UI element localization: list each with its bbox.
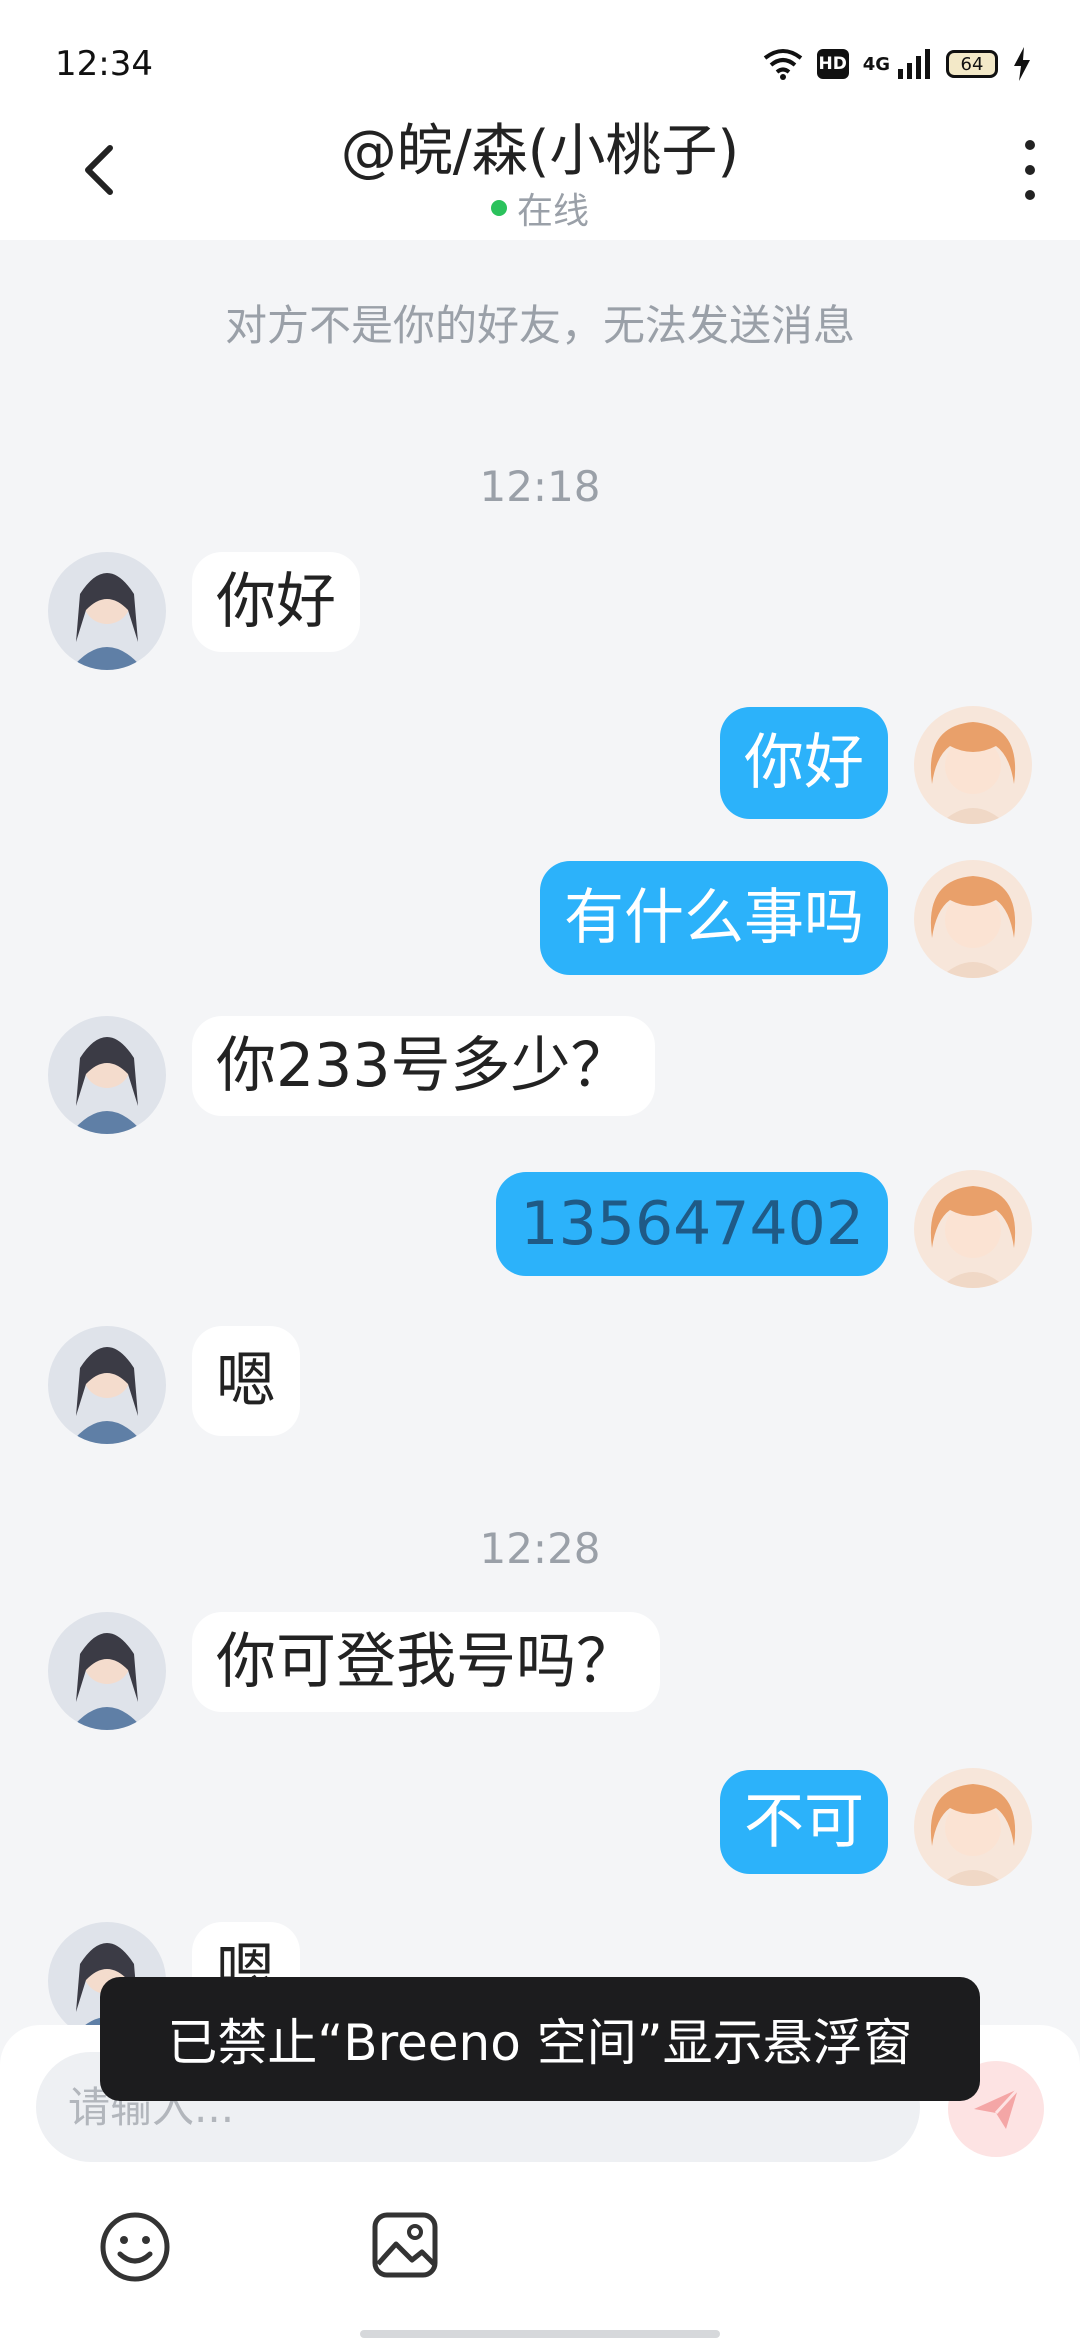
- hd-badge: HD: [816, 49, 849, 79]
- image-icon[interactable]: [370, 2210, 440, 2280]
- home-indicator[interactable]: [360, 2330, 720, 2338]
- signal-icon: [898, 49, 930, 79]
- status-icons: HD 4G 64: [763, 44, 1032, 84]
- network-label: 4G: [862, 53, 890, 75]
- contact-avatar[interactable]: [48, 1612, 166, 1730]
- emoji-icon[interactable]: [98, 2210, 172, 2284]
- user-avatar[interactable]: [914, 706, 1032, 824]
- contact-avatar[interactable]: [48, 1326, 166, 1444]
- contact-avatar[interactable]: [48, 552, 166, 670]
- message-bubble[interactable]: 135647402: [496, 1172, 888, 1276]
- send-icon: [974, 2087, 1020, 2129]
- message-bubble[interactable]: 有什么事吗: [540, 861, 888, 975]
- status-time: 12:34: [55, 44, 153, 84]
- timestamp: 12:18: [479, 462, 601, 511]
- message-bubble[interactable]: 你233号多少？: [192, 1016, 655, 1116]
- online-status-label: 在线: [516, 191, 589, 232]
- user-avatar[interactable]: [914, 1170, 1032, 1288]
- message-bubble[interactable]: 你好: [720, 707, 888, 819]
- user-avatar[interactable]: [914, 860, 1032, 978]
- wifi-icon: [763, 49, 802, 80]
- message-bubble[interactable]: 你可登我号吗？: [192, 1612, 660, 1712]
- user-avatar[interactable]: [914, 1768, 1032, 1886]
- toast-message: 已禁止“Breeno 空间”显示悬浮窗: [100, 1977, 980, 2101]
- message-bubble[interactable]: 不可: [720, 1770, 888, 1874]
- chat-header: @皖/森(小桃子) 在线: [0, 100, 1080, 240]
- online-dot: [490, 200, 507, 216]
- charging-bolt-icon: [1014, 47, 1030, 81]
- battery-indicator: 64: [946, 50, 998, 78]
- system-notice: 对方不是你的好友，无法发送消息: [224, 301, 855, 350]
- timestamp: 12:28: [479, 1524, 601, 1573]
- status-bar: 12:34 HD 4G 64: [0, 0, 1080, 100]
- contact-avatar[interactable]: [48, 1016, 166, 1134]
- online-status: 在线: [0, 182, 1080, 234]
- message-bubble[interactable]: 你好: [192, 552, 360, 652]
- more-vertical-icon[interactable]: [1010, 135, 1050, 205]
- message-bubble[interactable]: 嗯: [192, 1326, 300, 1436]
- chat-title: @皖/森(小桃子): [340, 119, 740, 184]
